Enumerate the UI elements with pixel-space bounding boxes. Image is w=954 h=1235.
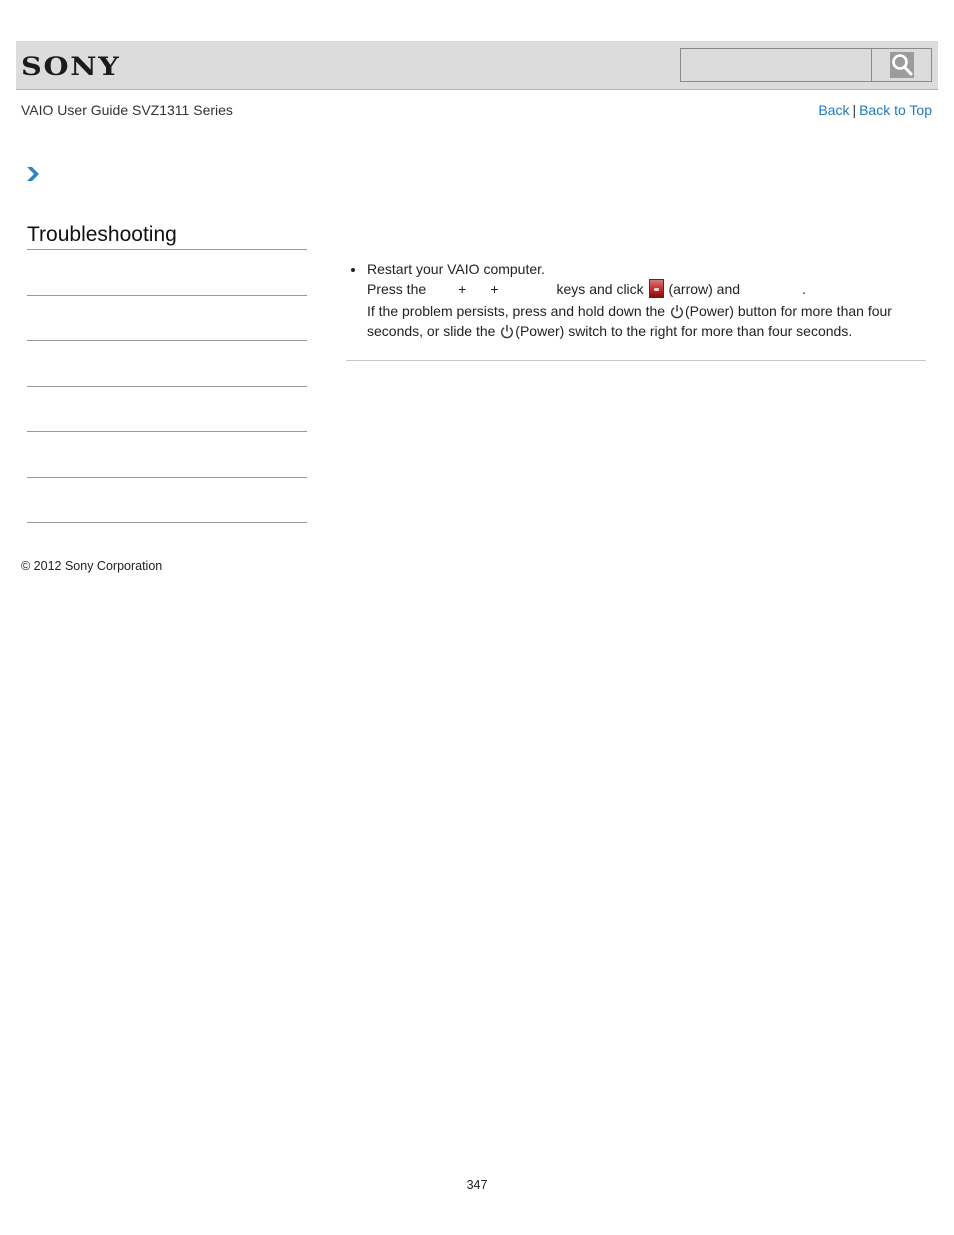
- sidebar-item-divider: [27, 477, 307, 478]
- sidebar-item-divider: [27, 522, 307, 523]
- search-button[interactable]: [871, 48, 932, 82]
- persist-text: (Power) switch to the right for more tha…: [515, 323, 853, 339]
- search-input[interactable]: [680, 48, 872, 82]
- header-bar: SONY: [16, 41, 938, 90]
- section-title: Troubleshooting: [27, 223, 177, 246]
- persist-line-2: seconds, or slide the (Power) switch to …: [367, 321, 852, 341]
- chevron-right-icon[interactable]: [26, 166, 40, 187]
- sidebar-item-divider: [27, 340, 307, 341]
- plus-sign: +: [490, 281, 499, 297]
- back-link[interactable]: Back: [818, 102, 849, 118]
- persist-text: seconds, or slide the: [367, 323, 496, 339]
- arrow-label: (arrow) and: [668, 281, 741, 297]
- copyright: © 2012 Sony Corporation: [21, 559, 163, 573]
- plus-sign: +: [458, 281, 467, 297]
- sidebar-item-divider: [27, 386, 307, 387]
- link-separator: |: [852, 102, 857, 118]
- back-to-top-link[interactable]: Back to Top: [859, 102, 932, 118]
- persist-line-1: If the problem persists, press and hold …: [367, 301, 892, 321]
- sidebar-item-divider: [27, 295, 307, 296]
- bullet-icon: [351, 268, 355, 272]
- power-icon: [670, 305, 683, 319]
- period: .: [802, 281, 806, 297]
- guide-title: VAIO User Guide SVZ1311 Series: [21, 102, 233, 118]
- keys-and-click-text: keys and click: [556, 281, 644, 297]
- sidebar-divider: [27, 249, 307, 250]
- press-the-text: Press the: [367, 281, 427, 297]
- arrow-button-icon: [648, 279, 664, 298]
- page-number: 347: [466, 1178, 488, 1192]
- persist-text: (Power) button for more than four: [684, 303, 892, 319]
- sidebar-item-divider: [27, 431, 307, 432]
- bullet-title: Restart your VAIO computer.: [367, 261, 545, 277]
- sony-logo[interactable]: SONY: [21, 52, 121, 81]
- power-icon: [501, 325, 514, 339]
- press-keys-line: Press the + + keys and click (arrow) and.: [367, 279, 806, 299]
- persist-text: If the problem persists, press and hold …: [367, 303, 666, 319]
- magnifier-icon: [890, 52, 914, 78]
- content-divider: [346, 360, 926, 361]
- top-links: Back | Back to Top: [818, 102, 932, 118]
